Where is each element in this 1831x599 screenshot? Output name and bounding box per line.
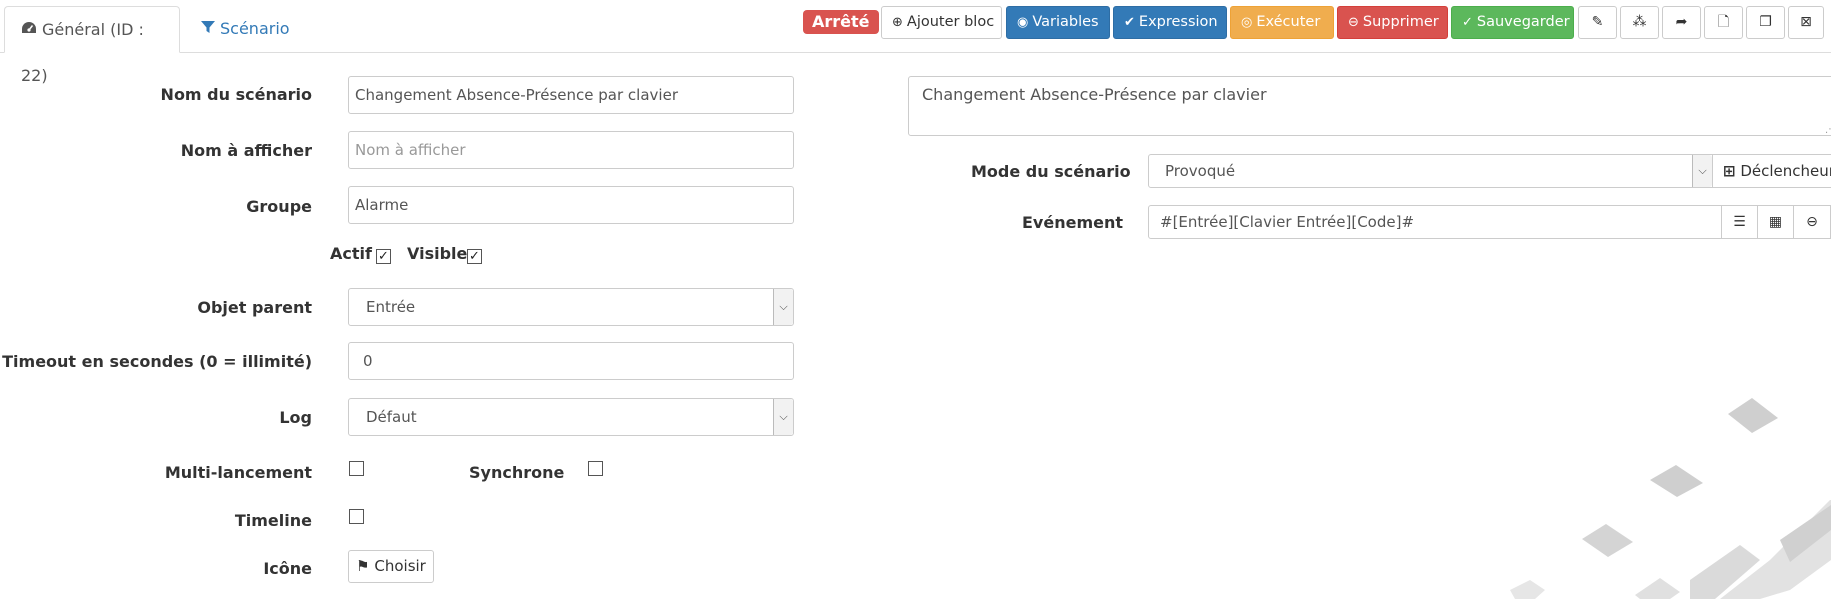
file-button[interactable]: 🗋 <box>1704 6 1743 39</box>
log-select[interactable]: Défaut ⌵ <box>348 398 794 436</box>
save-button[interactable]: ✓ Sauvegarder <box>1451 6 1574 39</box>
add-block-label: Ajouter bloc <box>906 14 995 30</box>
share-icon: ➦ <box>1675 14 1688 30</box>
plus-square-icon: ⊞ <box>1723 162 1736 180</box>
timeout-value: 0 <box>363 352 373 370</box>
display-name-input[interactable]: Nom à afficher <box>348 131 794 169</box>
expression-button[interactable]: ✔ Expression <box>1113 6 1227 39</box>
cubes-icon: ⁂ <box>1632 14 1647 30</box>
delete-label: Supprimer <box>1362 14 1439 30</box>
expression-label: Expression <box>1138 14 1218 30</box>
edit-icon: ✎ <box>1591 14 1604 30</box>
template-icon: ⊠ <box>1800 14 1812 30</box>
name-value: Changement Absence-Présence par clavier <box>355 86 678 104</box>
add-trigger-button[interactable]: ⊞ Déclencheur <box>1712 154 1831 188</box>
chevron-down-icon: ⌵ <box>773 399 793 435</box>
share-button[interactable]: ➦ <box>1662 6 1701 39</box>
variables-button[interactable]: ◉ Variables <box>1006 6 1110 39</box>
chevron-down-icon: ⌵ <box>773 289 793 325</box>
resize-handle-icon: ⋰ <box>1825 124 1831 135</box>
list-icon: ☰ <box>1733 214 1746 230</box>
timeline-checkbox[interactable] <box>349 509 364 524</box>
display-name-label: Nom à afficher <box>180 141 312 160</box>
delete-button[interactable]: ⊖ Supprimer <box>1337 6 1448 39</box>
tab-scenario-label: Scénario <box>220 19 290 38</box>
event-input[interactable]: #[Entrée][Clavier Entrée][Code]# <box>1148 205 1722 239</box>
plus-circle-icon: ⊕ <box>892 15 903 30</box>
timeline-label: Timeline <box>234 511 312 530</box>
parent-object-value: Entrée <box>366 298 416 316</box>
group-label: Groupe <box>246 197 312 216</box>
minus-circle-icon: ⊖ <box>1806 214 1818 230</box>
trigger-label: Déclencheur <box>1740 162 1831 180</box>
status-badge: Arrêté <box>803 10 879 34</box>
event-remove-button[interactable]: ⊖ <box>1793 205 1831 239</box>
copy-icon: ❐ <box>1759 14 1772 30</box>
execute-button[interactable]: ◎ Exécuter <box>1230 6 1334 39</box>
timeout-input[interactable]: 0 <box>348 342 794 380</box>
description-textarea[interactable]: Changement Absence-Présence par clavier … <box>908 76 1831 136</box>
active-checkbox[interactable]: ✓ <box>376 249 391 264</box>
mode-value: Provoqué <box>1165 162 1236 180</box>
mode-select[interactable]: Provoqué ⌵ <box>1148 154 1713 188</box>
name-input[interactable]: Changement Absence-Présence par clavier <box>348 76 794 114</box>
icon-label: Icône <box>263 559 312 578</box>
visible-checkbox[interactable]: ✓ <box>467 249 482 264</box>
save-label: Sauvegarder <box>1476 14 1570 30</box>
check-icon: ✔ <box>1124 15 1135 30</box>
flag-icon: ⚑ <box>356 557 370 575</box>
copy-button[interactable]: ❐ <box>1746 6 1785 39</box>
choose-icon-button[interactable]: ⚑ Choisir <box>348 550 434 583</box>
add-block-button[interactable]: ⊕ Ajouter bloc <box>881 6 1002 39</box>
execute-label: Exécuter <box>1256 14 1321 30</box>
description-value: Changement Absence-Présence par clavier <box>922 85 1267 104</box>
gamepad-icon: ◎ <box>1241 15 1253 30</box>
synchronous-label: Synchrone <box>469 463 565 482</box>
dashboard-icon <box>21 8 37 53</box>
name-label: Nom du scénario <box>160 85 312 104</box>
template-button[interactable]: ⊠ <box>1788 6 1824 39</box>
synchronous-checkbox[interactable] <box>588 461 603 476</box>
minus-circle-icon: ⊖ <box>1348 15 1359 30</box>
event-calculator-button[interactable]: ▦ <box>1757 205 1794 239</box>
multi-launch-checkbox[interactable] <box>349 461 364 476</box>
calculator-icon: ▦ <box>1768 214 1783 230</box>
check-circle-icon: ✓ <box>1462 15 1473 30</box>
parent-object-label: Objet parent <box>197 298 312 317</box>
chevron-down-icon: ⌵ <box>1692 155 1712 187</box>
log-value: Défaut <box>366 408 417 426</box>
group-input[interactable]: Alarme <box>348 186 794 224</box>
visible-label: Visible <box>407 244 468 263</box>
parent-object-select[interactable]: Entrée ⌵ <box>348 288 794 326</box>
choose-label: Choisir <box>374 557 426 575</box>
group-value: Alarme <box>355 196 409 214</box>
variables-label: Variables <box>1032 14 1099 30</box>
event-list-button[interactable]: ☰ <box>1721 205 1758 239</box>
event-label: Evénement <box>1022 213 1124 232</box>
log-label: Log <box>279 408 312 427</box>
tab-scenario[interactable]: Scénario <box>185 6 306 51</box>
timeout-label: Timeout en secondes (0 = illimité) <box>2 352 312 371</box>
file-icon: 🗋 <box>1717 14 1730 30</box>
active-label: Actif <box>330 244 372 263</box>
cubes-button[interactable]: ⁂ <box>1620 6 1659 39</box>
filter-icon <box>201 7 215 52</box>
event-value: #[Entrée][Clavier Entrée][Code]# <box>1160 213 1415 231</box>
multi-launch-label: Multi-lancement <box>164 463 312 482</box>
edit-button[interactable]: ✎ <box>1578 6 1617 39</box>
tab-general[interactable]: Général (ID : 22) <box>4 6 180 85</box>
display-name-placeholder: Nom à afficher <box>355 141 466 159</box>
mode-label: Mode du scénario <box>971 162 1131 181</box>
eye-icon: ◉ <box>1017 15 1029 30</box>
